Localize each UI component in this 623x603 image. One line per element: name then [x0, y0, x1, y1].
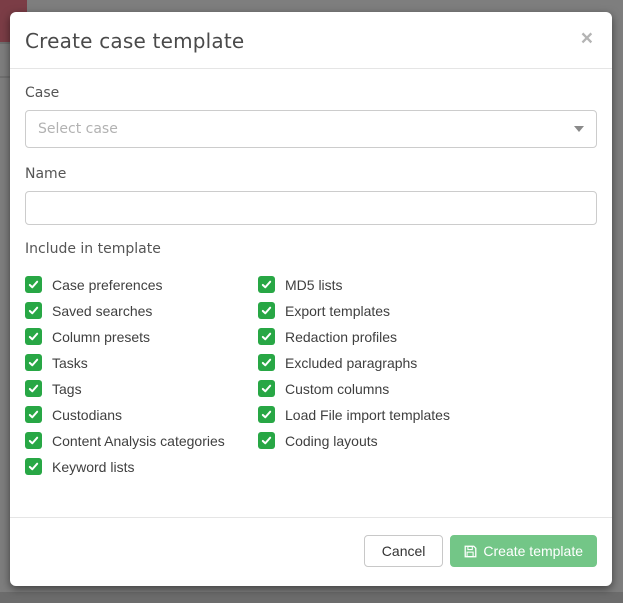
checkbox-item-label: MD5 lists	[285, 277, 343, 293]
checkbox-checked-icon[interactable]	[258, 380, 275, 397]
checkbox-item-label: Excluded paragraphs	[285, 355, 417, 371]
checkbox-item-label: Redaction profiles	[285, 329, 397, 345]
create-case-template-dialog: Create case template × Case Select case …	[10, 12, 612, 586]
checkbox-item[interactable]: Excluded paragraphs	[258, 354, 597, 371]
dialog-title: Create case template	[25, 29, 244, 53]
checkbox-item-label: Tasks	[52, 355, 88, 371]
checkbox-item-label: Custodians	[52, 407, 122, 423]
name-label: Name	[25, 166, 597, 182]
chevron-down-icon	[574, 126, 584, 132]
dialog-footer: Cancel Create template	[10, 517, 612, 586]
checkbox-checked-icon[interactable]	[25, 328, 42, 345]
screen: Create case template × Case Select case …	[0, 0, 623, 603]
checkbox-checked-icon[interactable]	[258, 328, 275, 345]
checkbox-item[interactable]: Column presets	[25, 328, 258, 345]
checkbox-checked-icon[interactable]	[258, 432, 275, 449]
background-row-divider	[0, 76, 10, 78]
checkbox-checked-icon[interactable]	[25, 380, 42, 397]
create-template-button[interactable]: Create template	[450, 535, 597, 567]
include-in-template-label: Include in template	[25, 241, 597, 257]
include-options-left-column: Case preferences Saved searches Column pre…	[25, 276, 258, 484]
checkbox-checked-icon[interactable]	[25, 458, 42, 475]
dialog-body: Case Select case Name Include in templat…	[10, 69, 612, 517]
checkbox-checked-icon[interactable]	[25, 432, 42, 449]
checkbox-item[interactable]: Load File import templates	[258, 406, 597, 423]
checkbox-checked-icon[interactable]	[258, 276, 275, 293]
case-label: Case	[25, 85, 597, 101]
checkbox-checked-icon[interactable]	[258, 406, 275, 423]
checkbox-checked-icon[interactable]	[258, 302, 275, 319]
checkbox-item[interactable]: Custom columns	[258, 380, 597, 397]
checkbox-item[interactable]: Export templates	[258, 302, 597, 319]
name-input[interactable]	[25, 191, 597, 225]
checkbox-checked-icon[interactable]	[25, 302, 42, 319]
checkbox-item-label: Custom columns	[285, 381, 389, 397]
background-row-divider	[0, 42, 10, 44]
checkbox-item[interactable]: Keyword lists	[25, 458, 258, 475]
checkbox-item[interactable]: Content Analysis categories	[25, 432, 258, 449]
dialog-header: Create case template ×	[10, 12, 612, 69]
create-template-button-label: Create template	[483, 543, 583, 559]
close-icon[interactable]: ×	[577, 31, 597, 47]
checkbox-item-label: Export templates	[285, 303, 390, 319]
checkbox-item-label: Content Analysis categories	[52, 433, 225, 449]
checkbox-item[interactable]: MD5 lists	[258, 276, 597, 293]
checkbox-checked-icon[interactable]	[25, 354, 42, 371]
save-icon	[464, 545, 477, 558]
checkbox-item[interactable]: Custodians	[25, 406, 258, 423]
checkbox-item[interactable]: Saved searches	[25, 302, 258, 319]
checkbox-checked-icon[interactable]	[258, 354, 275, 371]
checkbox-item-label: Load File import templates	[285, 407, 450, 423]
checkbox-item[interactable]: Coding layouts	[258, 432, 597, 449]
case-select-placeholder: Select case	[38, 121, 118, 137]
cancel-button[interactable]: Cancel	[364, 535, 444, 567]
checkbox-item-label: Tags	[52, 381, 82, 397]
checkbox-item-label: Keyword lists	[52, 459, 134, 475]
checkbox-item[interactable]: Case preferences	[25, 276, 258, 293]
include-options-grid: Case preferences Saved searches Column pre…	[25, 276, 597, 484]
checkbox-checked-icon[interactable]	[25, 406, 42, 423]
checkbox-item-label: Case preferences	[52, 277, 163, 293]
checkbox-checked-icon[interactable]	[25, 276, 42, 293]
case-select[interactable]: Select case	[25, 110, 597, 148]
checkbox-item-label: Column presets	[52, 329, 150, 345]
include-options-right-column: MD5 lists Export templates Redaction profi…	[258, 276, 597, 484]
checkbox-item-label: Saved searches	[52, 303, 152, 319]
checkbox-item-label: Coding layouts	[285, 433, 378, 449]
checkbox-item[interactable]: Tags	[25, 380, 258, 397]
background-footer-strip	[0, 592, 623, 603]
checkbox-item[interactable]: Redaction profiles	[258, 328, 597, 345]
checkbox-item[interactable]: Tasks	[25, 354, 258, 371]
